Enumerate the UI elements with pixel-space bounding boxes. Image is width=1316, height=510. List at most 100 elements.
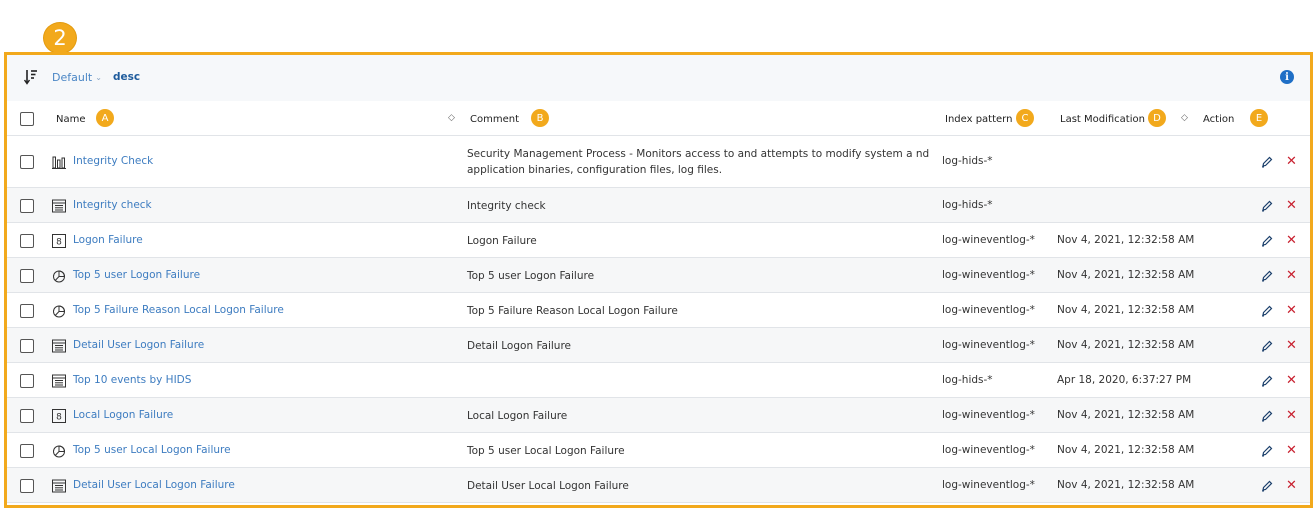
row-select-checkbox[interactable] <box>20 444 34 458</box>
saved-objects-panel: Default ⌄ desc i Name A ◇ Comment B Inde… <box>4 52 1313 508</box>
sort-direction-toggle[interactable]: desc <box>113 71 140 83</box>
row-comment: Logon Failure <box>467 235 537 247</box>
column-header-action: Action <box>1203 114 1235 125</box>
delete-icon[interactable]: ✕ <box>1286 304 1297 317</box>
row-select-checkbox[interactable] <box>20 374 34 388</box>
row-select-checkbox[interactable] <box>20 304 34 318</box>
table-row: Top 5 user Local Logon Failure Top 5 user… <box>7 433 1310 468</box>
callout-badge-e: E <box>1250 109 1268 127</box>
table-toolbar: Default ⌄ desc i <box>7 55 1310 101</box>
row-name-link[interactable]: Integrity check <box>73 199 152 211</box>
row-index-pattern: log-wineventlog-* <box>942 234 1035 246</box>
info-icon[interactable]: i <box>1280 70 1294 84</box>
column-header-last-modification[interactable]: Last Modification <box>1060 114 1145 125</box>
row-name-link[interactable]: Top 5 Failure Reason Local Logon Failure <box>73 304 284 316</box>
delete-icon[interactable]: ✕ <box>1286 155 1297 168</box>
pencil-icon[interactable] <box>1261 445 1273 457</box>
sort-field-select[interactable]: Default ⌄ <box>52 71 102 84</box>
row-comment: Integrity check <box>467 200 546 212</box>
table-icon <box>52 339 66 353</box>
table-row: Detail User Logon Failure Detail Logon Fa… <box>7 328 1310 363</box>
row-select-checkbox[interactable] <box>20 155 34 169</box>
row-name-link[interactable]: Top 5 user Logon Failure <box>73 269 200 281</box>
sort-field-label: Default <box>52 71 93 84</box>
table-icon <box>52 479 66 493</box>
sort-diamond-icon[interactable]: ◇ <box>448 113 455 123</box>
pie-chart-icon <box>52 269 66 283</box>
row-last-modification: Nov 4, 2021, 12:32:58 AM <box>1057 269 1195 281</box>
callout-badge-a: A <box>96 109 114 127</box>
row-index-pattern: log-wineventlog-* <box>942 409 1035 421</box>
delete-icon[interactable]: ✕ <box>1286 339 1297 352</box>
row-last-modification: Nov 4, 2021, 12:32:58 AM <box>1057 234 1195 246</box>
table-row: Top 5 user Logon Failure Top 5 user Logon… <box>7 258 1310 293</box>
pencil-icon[interactable] <box>1261 200 1273 212</box>
row-select-checkbox[interactable] <box>20 234 34 248</box>
row-last-modification: Nov 4, 2021, 12:32:58 AM <box>1057 479 1195 491</box>
row-comment: Security Management Process - Monitors a… <box>467 148 930 176</box>
table-row: 8 Logon Failure Logon Failure log-wineventl… <box>7 223 1310 258</box>
row-index-pattern: log-hids-* <box>942 155 993 167</box>
row-last-modification: Nov 4, 2021, 12:32:58 AM <box>1057 444 1195 456</box>
callout-badge-c: C <box>1016 109 1034 127</box>
row-name-link[interactable]: Detail User Local Logon Failure <box>73 479 235 491</box>
column-header-name[interactable]: Name <box>56 114 86 125</box>
row-select-checkbox[interactable] <box>20 409 34 423</box>
delete-icon[interactable]: ✕ <box>1286 234 1297 247</box>
table-row: Top 5 Failure Reason Local Logon Failure… <box>7 293 1310 328</box>
row-select-checkbox[interactable] <box>20 269 34 283</box>
row-comment: Detail Logon Failure <box>467 340 571 352</box>
bar-chart-icon <box>52 155 66 169</box>
pencil-icon[interactable] <box>1261 375 1273 387</box>
row-index-pattern: log-hids-* <box>942 199 993 211</box>
pie-chart-icon <box>52 304 66 318</box>
table-row: 8 Local Logon Failure Local Logon Failure l… <box>7 398 1310 433</box>
row-index-pattern: log-wineventlog-* <box>942 269 1035 281</box>
row-name-link[interactable]: Local Logon Failure <box>73 409 173 421</box>
svg-text:8: 8 <box>56 413 62 423</box>
delete-icon[interactable]: ✕ <box>1286 479 1297 492</box>
delete-icon[interactable]: ✕ <box>1286 374 1297 387</box>
pencil-icon[interactable] <box>1261 270 1273 282</box>
row-name-link[interactable]: Integrity Check <box>73 155 153 167</box>
select-all-checkbox[interactable] <box>20 112 34 126</box>
row-select-checkbox[interactable] <box>20 339 34 353</box>
row-index-pattern: log-wineventlog-* <box>942 339 1035 351</box>
row-name-link[interactable]: Logon Failure <box>73 234 143 246</box>
row-index-pattern: log-wineventlog-* <box>942 444 1035 456</box>
delete-icon[interactable]: ✕ <box>1286 444 1297 457</box>
row-name-link[interactable]: Detail User Logon Failure <box>73 339 204 351</box>
metric-icon: 8 <box>52 409 66 423</box>
delete-icon[interactable]: ✕ <box>1286 409 1297 422</box>
table-header: Name A ◇ Comment B Index pattern C Last … <box>7 101 1310 136</box>
row-index-pattern: log-hids-* <box>942 374 993 386</box>
chevron-down-icon: ⌄ <box>95 73 102 82</box>
pie-chart-icon <box>52 444 66 458</box>
pencil-icon[interactable] <box>1261 340 1273 352</box>
sort-descending-icon[interactable] <box>24 69 38 85</box>
row-select-checkbox[interactable] <box>20 479 34 493</box>
row-comment: Top 5 user Local Logon Failure <box>467 445 625 457</box>
svg-text:8: 8 <box>56 238 62 248</box>
callout-number-badge: 2 <box>43 22 77 54</box>
table-row: Detail User Local Logon Failure Detail Us… <box>7 468 1310 503</box>
table-icon <box>52 374 66 388</box>
pencil-icon[interactable] <box>1261 235 1273 247</box>
sort-diamond-icon[interactable]: ◇ <box>1181 113 1188 123</box>
delete-icon[interactable]: ✕ <box>1286 199 1297 212</box>
row-index-pattern: log-wineventlog-* <box>942 304 1035 316</box>
pencil-icon[interactable] <box>1261 156 1273 168</box>
row-select-checkbox[interactable] <box>20 199 34 213</box>
row-comment: Local Logon Failure <box>467 410 568 422</box>
row-comment: Top 5 user Logon Failure <box>467 270 595 282</box>
column-header-comment[interactable]: Comment <box>470 114 519 125</box>
pencil-icon[interactable] <box>1261 480 1273 492</box>
callout-badge-b: B <box>531 109 549 127</box>
pencil-icon[interactable] <box>1261 305 1273 317</box>
column-header-index-pattern[interactable]: Index pattern <box>945 114 1012 125</box>
metric-icon: 8 <box>52 234 66 248</box>
row-name-link[interactable]: Top 10 events by HIDS <box>73 374 191 386</box>
delete-icon[interactable]: ✕ <box>1286 269 1297 282</box>
row-name-link[interactable]: Top 5 user Local Logon Failure <box>73 444 231 456</box>
pencil-icon[interactable] <box>1261 410 1273 422</box>
